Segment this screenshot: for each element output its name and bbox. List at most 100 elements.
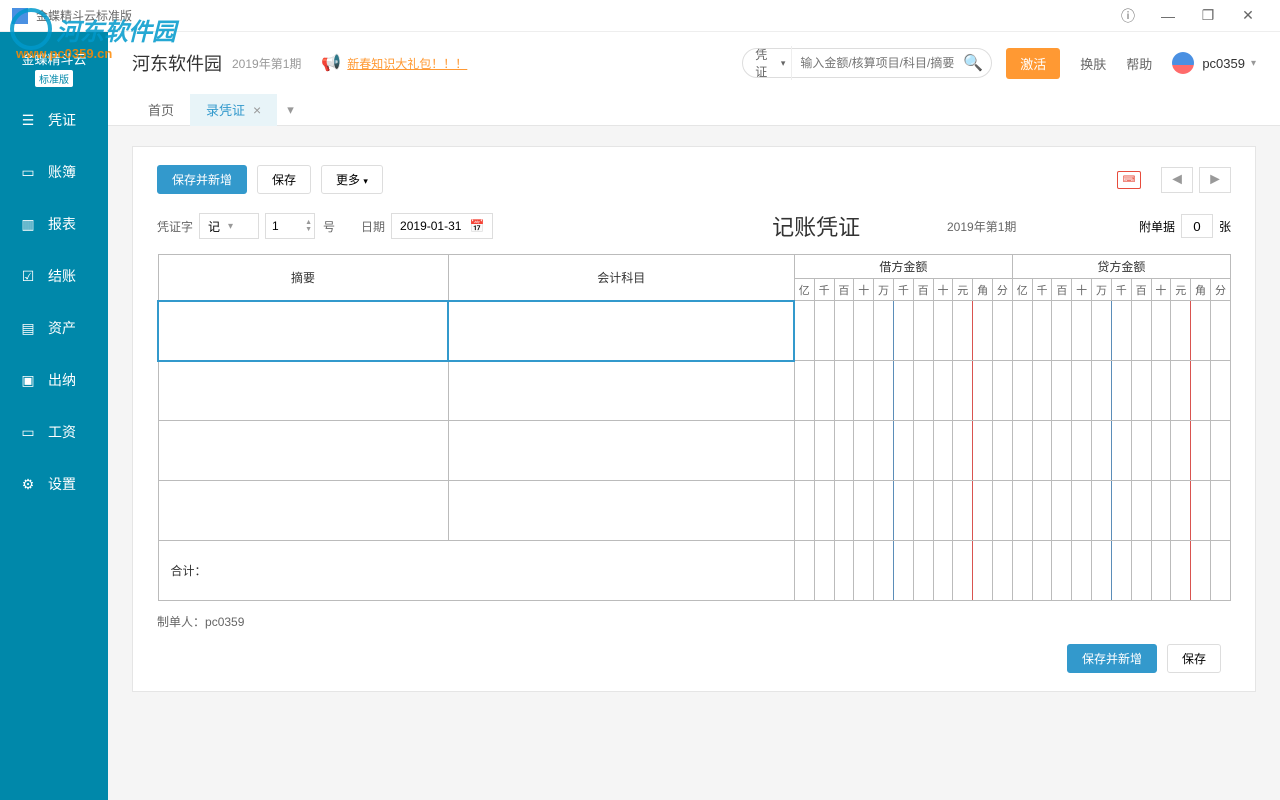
nav-voucher[interactable]: ☰凭证 <box>0 94 108 146</box>
digit-cell[interactable] <box>1210 361 1230 421</box>
digit-cell[interactable] <box>993 301 1013 361</box>
digit-cell[interactable] <box>913 421 933 481</box>
digit-cell[interactable] <box>874 541 894 601</box>
digit-cell[interactable] <box>1052 421 1072 481</box>
digit-cell[interactable] <box>834 301 854 361</box>
keyboard-icon[interactable]: ⌨ <box>1117 171 1141 189</box>
digit-cell[interactable] <box>814 481 834 541</box>
tab-close-icon[interactable]: × <box>253 102 261 118</box>
nav-closing[interactable]: ☑结账 <box>0 250 108 302</box>
digit-cell[interactable] <box>834 421 854 481</box>
digit-cell[interactable] <box>1131 421 1151 481</box>
digit-cell[interactable] <box>913 541 933 601</box>
summary-cell[interactable] <box>158 361 448 421</box>
digit-cell[interactable] <box>1032 301 1052 361</box>
digit-cell[interactable] <box>814 421 834 481</box>
subject-cell[interactable] <box>448 301 794 361</box>
notice-link[interactable]: 新春知识大礼包！！！ <box>347 55 467 72</box>
digit-cell[interactable] <box>1131 361 1151 421</box>
digit-cell[interactable] <box>893 421 913 481</box>
digit-cell[interactable] <box>1072 301 1092 361</box>
nav-report[interactable]: ▥报表 <box>0 198 108 250</box>
user-menu[interactable]: pc0359 ▾ <box>1172 52 1256 74</box>
activate-button[interactable]: 激活 <box>1006 48 1060 79</box>
digit-cell[interactable] <box>1052 301 1072 361</box>
digit-cell[interactable] <box>1131 481 1151 541</box>
digit-cell[interactable] <box>1092 301 1112 361</box>
digit-cell[interactable] <box>973 541 993 601</box>
digit-cell[interactable] <box>1111 361 1131 421</box>
footer-save-button[interactable]: 保存 <box>1167 644 1221 673</box>
digit-cell[interactable] <box>794 421 814 481</box>
digit-cell[interactable] <box>1191 301 1211 361</box>
tab-voucher-entry[interactable]: 录凭证 × <box>190 94 277 126</box>
digit-cell[interactable] <box>1171 301 1191 361</box>
subject-cell[interactable] <box>448 481 794 541</box>
digit-cell[interactable] <box>1032 541 1052 601</box>
search-type-select[interactable]: 凭证 ▾ <box>755 46 792 80</box>
digit-cell[interactable] <box>913 481 933 541</box>
digit-cell[interactable] <box>953 301 973 361</box>
save-new-button[interactable]: 保存并新增 <box>157 165 247 194</box>
search-box[interactable]: 凭证 ▾ 🔍 <box>742 48 992 78</box>
summary-cell[interactable] <box>158 421 448 481</box>
digit-cell[interactable] <box>1092 361 1112 421</box>
date-input[interactable]: 2019-01-31 📅 <box>391 213 493 239</box>
search-input[interactable] <box>792 56 963 70</box>
nav-cashier[interactable]: ▣出纳 <box>0 354 108 406</box>
digit-cell[interactable] <box>1210 481 1230 541</box>
digit-cell[interactable] <box>1072 421 1092 481</box>
digit-cell[interactable] <box>973 481 993 541</box>
digit-cell[interactable] <box>1092 541 1112 601</box>
attachment-input[interactable] <box>1181 214 1213 238</box>
search-icon[interactable]: 🔍 <box>963 53 983 73</box>
voucher-number-input[interactable]: 1 ▲▼ <box>265 213 315 239</box>
digit-cell[interactable] <box>794 481 814 541</box>
digit-cell[interactable] <box>794 301 814 361</box>
digit-cell[interactable] <box>1210 421 1230 481</box>
digit-cell[interactable] <box>1191 421 1211 481</box>
digit-cell[interactable] <box>1151 541 1171 601</box>
digit-cell[interactable] <box>1210 541 1230 601</box>
digit-cell[interactable] <box>1032 421 1052 481</box>
digit-cell[interactable] <box>1151 301 1171 361</box>
digit-cell[interactable] <box>933 301 953 361</box>
save-button[interactable]: 保存 <box>257 165 311 194</box>
digit-cell[interactable] <box>1131 541 1151 601</box>
digit-cell[interactable] <box>1131 301 1151 361</box>
digit-cell[interactable] <box>874 481 894 541</box>
digit-cell[interactable] <box>794 541 814 601</box>
digit-cell[interactable] <box>973 301 993 361</box>
digit-cell[interactable] <box>893 541 913 601</box>
digit-cell[interactable] <box>1111 481 1131 541</box>
digit-cell[interactable] <box>814 361 834 421</box>
nav-ledger[interactable]: ▭账簿 <box>0 146 108 198</box>
digit-cell[interactable] <box>973 361 993 421</box>
digit-cell[interactable] <box>1072 541 1092 601</box>
close-button[interactable]: ✕ <box>1228 0 1268 32</box>
digit-cell[interactable] <box>854 541 874 601</box>
tab-dropdown[interactable]: ▾ <box>277 94 304 126</box>
digit-cell[interactable] <box>913 301 933 361</box>
digit-cell[interactable] <box>1012 481 1032 541</box>
digit-cell[interactable] <box>993 361 1013 421</box>
next-button[interactable]: ► <box>1199 167 1231 193</box>
digit-cell[interactable] <box>1072 481 1092 541</box>
digit-cell[interactable] <box>933 541 953 601</box>
digit-cell[interactable] <box>1032 361 1052 421</box>
digit-cell[interactable] <box>913 361 933 421</box>
digit-cell[interactable] <box>834 361 854 421</box>
nav-settings[interactable]: ⚙设置 <box>0 458 108 510</box>
digit-cell[interactable] <box>1210 301 1230 361</box>
nav-salary[interactable]: ▭工资 <box>0 406 108 458</box>
digit-cell[interactable] <box>933 481 953 541</box>
info-icon[interactable]: ⓘ <box>1108 0 1148 32</box>
subject-cell[interactable] <box>448 361 794 421</box>
digit-cell[interactable] <box>1111 541 1131 601</box>
digit-cell[interactable] <box>854 421 874 481</box>
digit-cell[interactable] <box>1052 481 1072 541</box>
digit-cell[interactable] <box>874 361 894 421</box>
digit-cell[interactable] <box>1191 361 1211 421</box>
digit-cell[interactable] <box>1171 421 1191 481</box>
digit-cell[interactable] <box>1171 361 1191 421</box>
